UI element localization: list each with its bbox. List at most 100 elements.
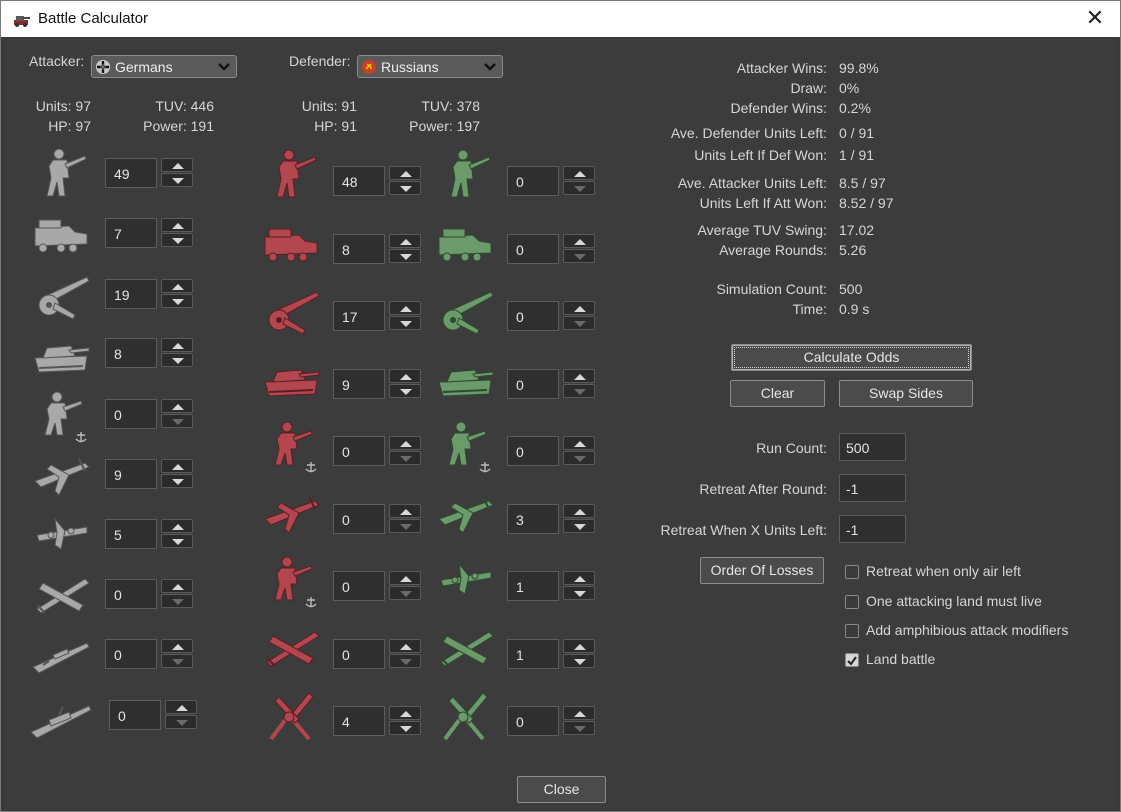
option-checkbox[interactable] [845, 565, 859, 579]
unit-count-input[interactable]: 5 [105, 519, 157, 549]
decrement-button[interactable] [563, 384, 595, 398]
result-label: Units Left If Att Won: [699, 195, 827, 211]
unit-count-input[interactable]: 0 [507, 166, 559, 196]
decrement-button[interactable] [161, 414, 193, 428]
unit-count-input[interactable]: 8 [105, 338, 157, 368]
decrement-button[interactable] [161, 173, 193, 187]
increment-button[interactable] [161, 579, 193, 593]
increment-button[interactable] [389, 706, 421, 720]
retreat-after-round-input[interactable]: -1 [839, 474, 906, 502]
unit-count-input[interactable]: 49 [105, 158, 157, 188]
increment-button[interactable] [161, 158, 193, 172]
unit-count-input[interactable]: 7 [105, 218, 157, 248]
german-halftrack-icon [29, 204, 93, 262]
decrement-button[interactable] [389, 316, 421, 330]
decrement-button[interactable] [161, 474, 193, 488]
decrement-button[interactable] [389, 181, 421, 195]
decrement-button[interactable] [563, 586, 595, 600]
decrement-button[interactable] [161, 233, 193, 247]
unit-count-input[interactable]: 0 [333, 571, 385, 601]
defender-nation-select[interactable]: Russians [357, 55, 503, 78]
unit-count-input[interactable]: 0 [105, 399, 157, 429]
decrement-button[interactable] [389, 384, 421, 398]
calculate-odds-button[interactable]: Calculate Odds [731, 344, 972, 371]
unit-count-input[interactable]: 0 [507, 369, 559, 399]
decrement-button[interactable] [389, 249, 421, 263]
unit-count-input[interactable]: 48 [333, 166, 385, 196]
decrement-button[interactable] [161, 294, 193, 308]
increment-button[interactable] [563, 639, 595, 653]
increment-button[interactable] [161, 519, 193, 533]
unit-count-input[interactable]: 0 [507, 234, 559, 264]
option-checkbox[interactable] [845, 624, 859, 638]
unit-count-input[interactable]: 8 [333, 234, 385, 264]
option-checkbox[interactable] [845, 595, 859, 609]
unit-count-input[interactable]: 1 [507, 571, 559, 601]
increment-button[interactable] [161, 279, 193, 293]
run-count-input[interactable]: 500 [839, 433, 906, 461]
triangle-up-icon [172, 584, 184, 590]
increment-button[interactable] [161, 459, 193, 473]
increment-button[interactable] [389, 234, 421, 248]
unit-count-input[interactable]: 0 [333, 436, 385, 466]
unit-count-input[interactable]: 9 [105, 459, 157, 489]
unit-count-input[interactable]: 0 [109, 700, 161, 730]
unit-count-input[interactable]: 0 [507, 706, 559, 736]
increment-button[interactable] [161, 399, 193, 413]
decrement-button[interactable] [161, 353, 193, 367]
unit-count-input[interactable]: 0 [333, 639, 385, 669]
order-of-losses-button[interactable]: Order Of Losses [700, 557, 824, 584]
close-button[interactable]: Close [517, 776, 606, 803]
unit-count-input[interactable]: 1 [507, 639, 559, 669]
increment-button[interactable] [161, 639, 193, 653]
increment-button[interactable] [389, 504, 421, 518]
decrement-button[interactable] [389, 586, 421, 600]
decrement-button[interactable] [389, 654, 421, 668]
swap-sides-button[interactable]: Swap Sides [839, 380, 973, 407]
unit-count-input[interactable]: 9 [333, 369, 385, 399]
retreat-units-left-input[interactable]: -1 [839, 515, 906, 543]
increment-button[interactable] [563, 706, 595, 720]
increment-button[interactable] [389, 369, 421, 383]
increment-button[interactable] [389, 301, 421, 315]
decrement-button[interactable] [161, 594, 193, 608]
window-close-icon[interactable]: ✕ [1084, 7, 1106, 29]
decrement-button[interactable] [389, 519, 421, 533]
decrement-button[interactable] [563, 654, 595, 668]
option-checkbox-label[interactable]: Retreat when only air left [866, 563, 1021, 579]
increment-button[interactable] [389, 571, 421, 585]
increment-button[interactable] [389, 166, 421, 180]
unit-count-input[interactable]: 0 [105, 639, 157, 669]
increment-button[interactable] [563, 369, 595, 383]
option-checkbox-label[interactable]: One attacking land must live [866, 593, 1042, 609]
unit-count-input[interactable]: 0 [333, 504, 385, 534]
increment-button[interactable] [389, 436, 421, 450]
increment-button[interactable] [563, 504, 595, 518]
unit-count-input[interactable]: 0 [507, 301, 559, 331]
increment-button[interactable] [389, 639, 421, 653]
decrement-button[interactable] [161, 654, 193, 668]
decrement-button[interactable] [161, 534, 193, 548]
german-bomber-icon [29, 565, 93, 623]
increment-button[interactable] [563, 571, 595, 585]
unit-count-input[interactable]: 3 [507, 504, 559, 534]
option-checkbox-label[interactable]: Add amphibious attack modifiers [866, 622, 1068, 638]
unit-count-input[interactable]: 0 [105, 579, 157, 609]
increment-button[interactable] [161, 338, 193, 352]
decrement-button[interactable] [389, 451, 421, 465]
increment-button[interactable] [165, 700, 197, 714]
option-checkbox[interactable] [845, 653, 859, 667]
decrement-button[interactable] [389, 721, 421, 735]
unit-count-input[interactable]: 17 [333, 301, 385, 331]
decrement-button[interactable] [563, 721, 595, 735]
attacker-nation-select[interactable]: Germans [91, 55, 237, 78]
clear-button[interactable]: Clear [730, 380, 825, 407]
run-count-label: Run Count: [756, 440, 827, 456]
decrement-button[interactable] [563, 316, 595, 330]
unit-count-input[interactable]: 0 [507, 436, 559, 466]
decrement-button[interactable] [165, 715, 197, 729]
option-checkbox-label[interactable]: Land battle [866, 651, 935, 667]
unit-count-input[interactable]: 4 [333, 706, 385, 736]
increment-button[interactable] [161, 218, 193, 232]
unit-count-input[interactable]: 19 [105, 279, 157, 309]
